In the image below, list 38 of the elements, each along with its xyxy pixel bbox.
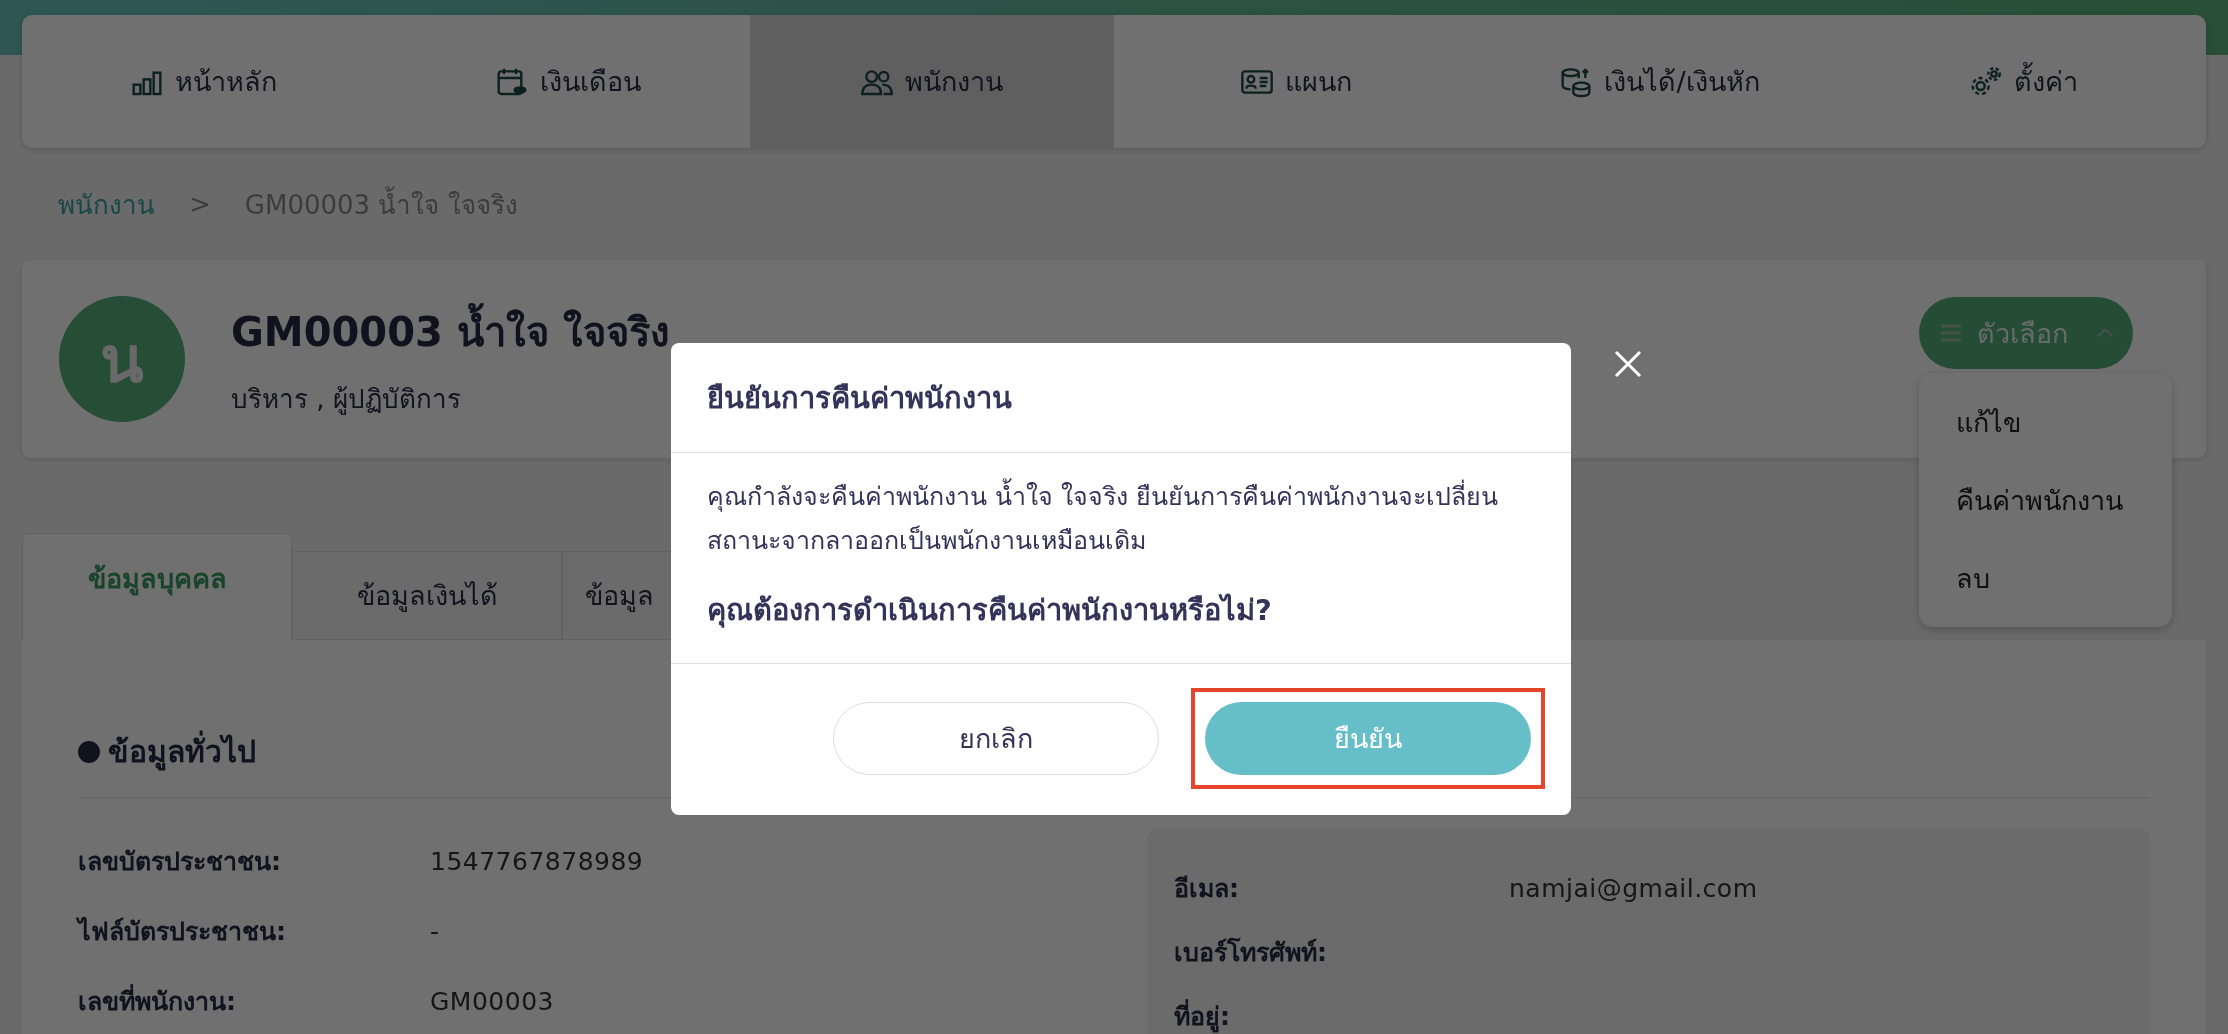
- menu-item[interactable]: แก้ไข: [1919, 383, 2172, 461]
- confirm-button[interactable]: ยืนยัน: [1205, 702, 1531, 775]
- field-value: -: [430, 916, 440, 946]
- nav-tab[interactable]: พนักงาน: [750, 15, 1114, 148]
- close-icon[interactable]: [1613, 349, 1643, 379]
- field-label: เบอร์โทรศัพท์:: [1174, 936, 1328, 969]
- bullet-icon: [78, 740, 100, 763]
- gears-icon: [1970, 65, 2002, 98]
- tab[interactable]: ข้อมูลบุคคล: [22, 533, 292, 640]
- field-label: ไฟล์บัตรประชาชน:: [78, 915, 287, 948]
- coins-icon: [1560, 65, 1593, 98]
- employee-roles: บริหาร , ผู้ปฏิบัติการ: [231, 382, 462, 417]
- field-label: ที่อยู่:: [1174, 996, 1509, 1034]
- breadcrumb-link[interactable]: พนักงาน: [58, 183, 155, 225]
- field-label: อีเมล:: [1174, 873, 1240, 905]
- nav-tab[interactable]: แผนก: [1114, 15, 1478, 148]
- menu-item[interactable]: คืนค่าพนักงาน: [1919, 461, 2172, 539]
- nav-tab[interactable]: หน้าหลัก: [22, 15, 386, 148]
- nav-tab[interactable]: เงินเดือน: [386, 15, 750, 148]
- tab[interactable]: ข้อมูลเงินได้: [292, 551, 562, 640]
- cancel-button[interactable]: ยกเลิก: [833, 702, 1159, 775]
- dialog-title: ยืนยันการคืนค่าพนักงาน: [671, 343, 1571, 453]
- dialog-message: คุณกำลังจะคืนค่าพนักงาน น้ำใจ ใจจริง ยืนยันการคืนค่าพนักงานจะเปลี่ยนสถานะจากลาออกเป็นพนักงานเหมือนเดิม: [707, 475, 1535, 563]
- field-value: 1547767878989: [430, 846, 644, 876]
- menu-icon: [1938, 323, 1963, 343]
- field-label: เลขบัตรประชาชน:: [78, 846, 282, 878]
- menu-item[interactable]: ลบ: [1919, 539, 2172, 617]
- section-title: ข้อมูลทั่วไป: [108, 728, 256, 775]
- caret-icon: [2095, 327, 2114, 339]
- avatar: น: [59, 296, 185, 422]
- breadcrumb-separator: >: [189, 189, 211, 219]
- dialog-question: คุณต้องการดำเนินการคืนค่าพนักงานหรือไม่?: [707, 592, 1273, 630]
- field-value: namjai@gmail.com: [1509, 873, 1758, 903]
- employee-name: GM00003 น้ำใจ ใจจริง: [231, 299, 670, 364]
- nav-tab[interactable]: เงินได้/เงินหัก: [1478, 15, 1842, 148]
- field-value: GM00003: [430, 986, 554, 1016]
- nav-tab[interactable]: ตั้งค่า: [1842, 15, 2206, 148]
- field-label: เลขที่พนักงาน:: [78, 981, 430, 1021]
